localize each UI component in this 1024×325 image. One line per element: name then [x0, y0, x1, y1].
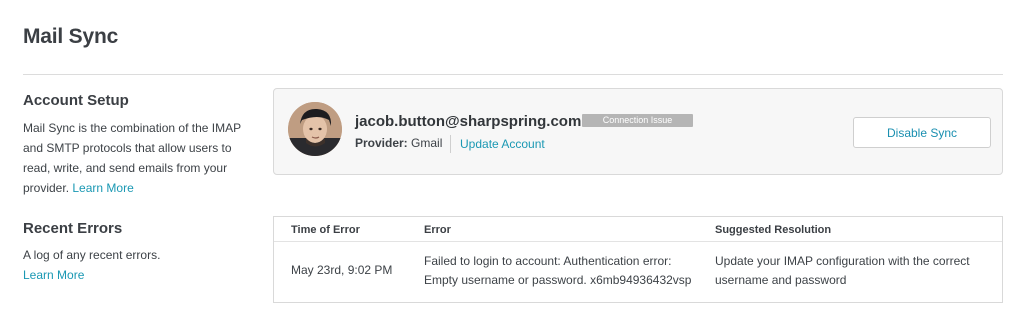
description-line: and SMTP protocols that allow users to: [23, 141, 232, 155]
cell-error-line: Empty username or password. x6mb94936432…: [424, 273, 692, 287]
account-setup-heading: Account Setup: [23, 92, 129, 109]
column-header-error: Error: [424, 224, 451, 236]
description-line: Learn More: [23, 265, 258, 285]
cell-resolution: Update your IMAP configuration with the …: [715, 252, 995, 290]
status-badge: Connection Issue: [582, 114, 693, 127]
cell-resolution-line: username and password: [715, 273, 847, 287]
user-avatar-icon: [288, 102, 342, 156]
account-setup-learn-more-link[interactable]: Learn More: [72, 181, 133, 195]
account-card: jacob.button@sharpspring.com Connection …: [273, 88, 1003, 175]
recent-errors-heading: Recent Errors: [23, 220, 123, 237]
cell-error: Failed to login to account: Authenticati…: [424, 252, 709, 290]
cell-resolution-line: Update your IMAP configuration with the …: [715, 254, 970, 268]
cell-error-line: Failed to login to account: Authenticati…: [424, 254, 672, 268]
cell-time: May 23rd, 9:02 PM: [291, 263, 393, 277]
column-header-time: Time of Error: [291, 224, 360, 236]
header-divider: [23, 74, 1003, 75]
description-line: Mail Sync is the combination of the IMAP: [23, 121, 242, 135]
provider-label: Provider:: [355, 136, 408, 150]
table-header: Time of Error Error Suggested Resolution: [274, 217, 1002, 242]
description-tail: provider.: [23, 181, 70, 195]
recent-errors-description: A log of any recent errors. Learn More: [23, 245, 258, 285]
description-line: provider. Learn More: [23, 178, 258, 198]
update-account-link[interactable]: Update Account: [460, 137, 545, 151]
account-email: jacob.button@sharpspring.com: [355, 113, 582, 130]
description-line: read, write, and send emails from your: [23, 161, 228, 175]
errors-table: Time of Error Error Suggested Resolution…: [273, 216, 1003, 303]
recent-errors-learn-more-link[interactable]: Learn More: [23, 268, 84, 282]
provider-row: Provider: Gmail: [355, 136, 442, 150]
provider-value: Gmail: [411, 136, 443, 150]
avatar: [288, 102, 342, 156]
column-header-resolution: Suggested Resolution: [715, 224, 832, 236]
provider-separator: [450, 135, 451, 153]
disable-sync-button[interactable]: Disable Sync: [853, 117, 991, 148]
description-line: A log of any recent errors.: [23, 248, 161, 262]
page-title: Mail Sync: [23, 25, 119, 48]
account-setup-description: Mail Sync is the combination of the IMAP…: [23, 118, 258, 198]
